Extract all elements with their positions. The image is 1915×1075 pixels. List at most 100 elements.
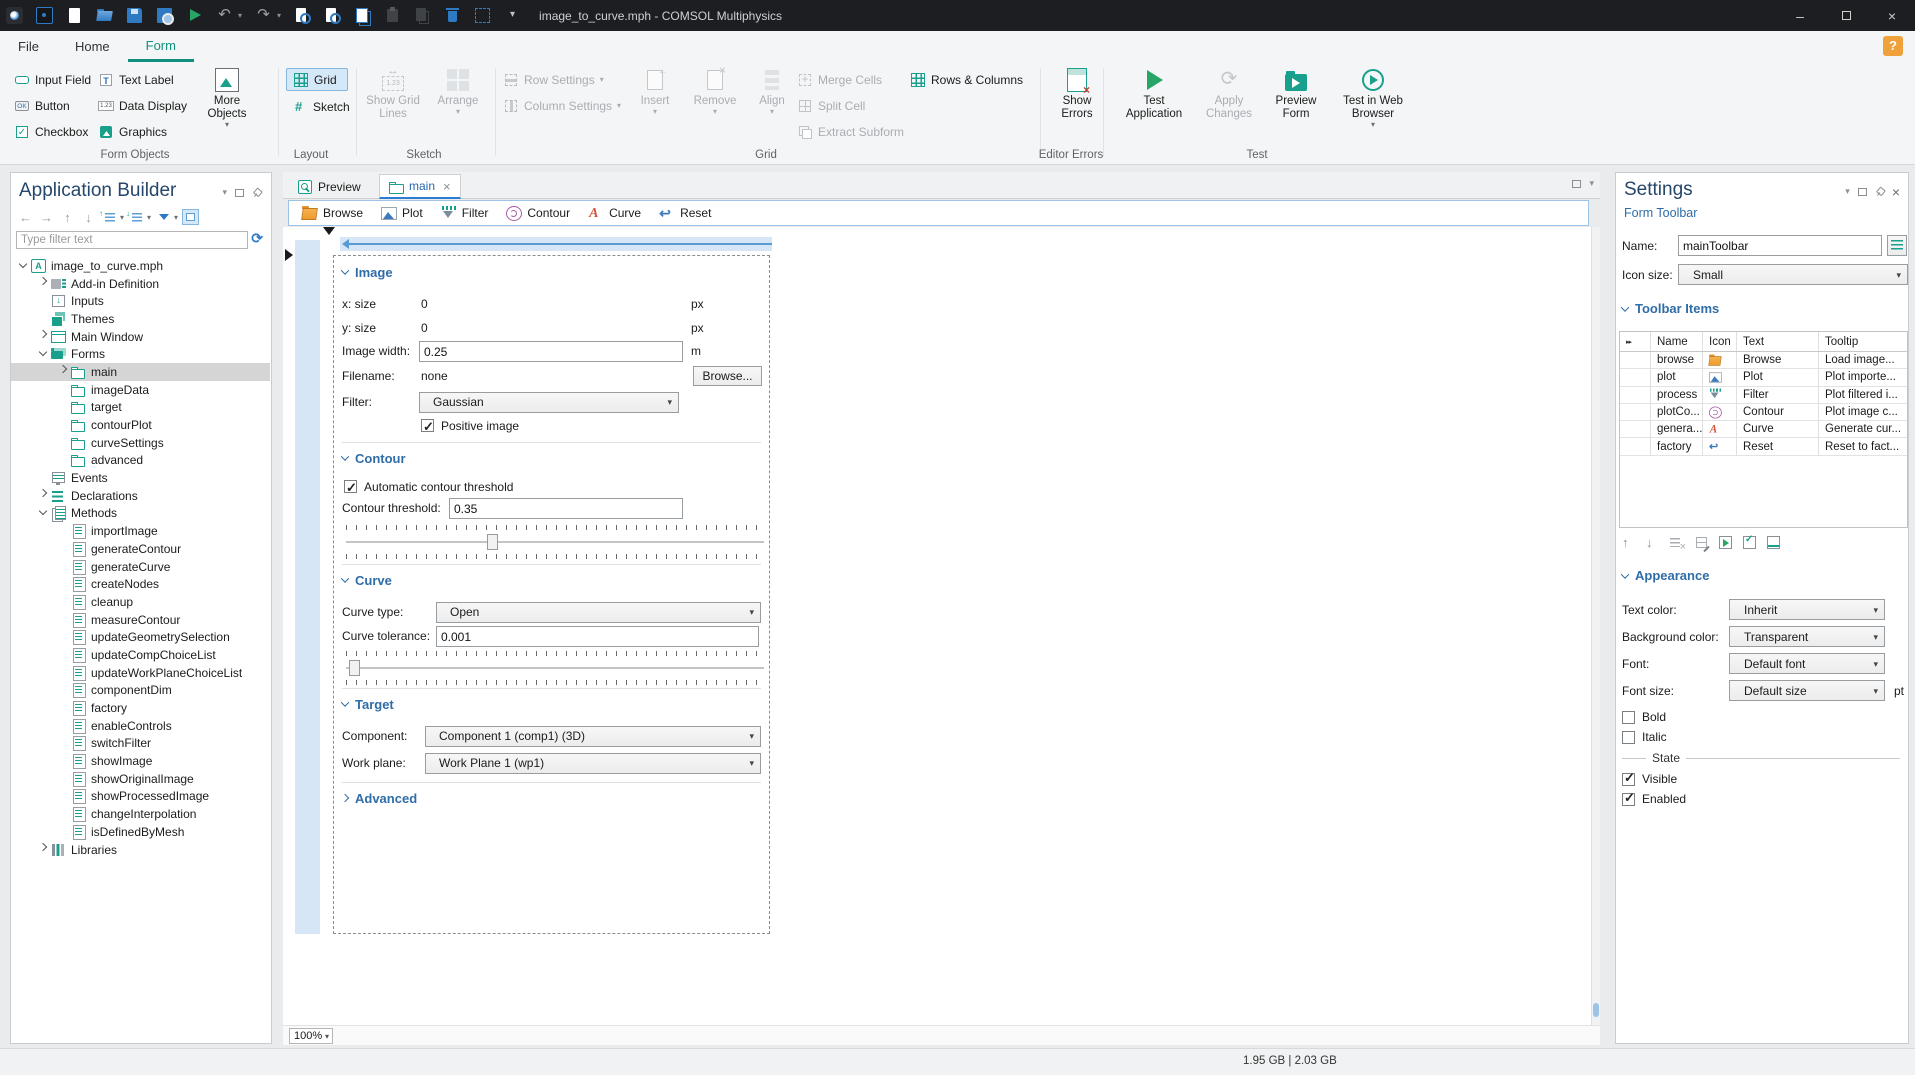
tree-item-Declarations[interactable]: Declarations [11, 487, 270, 505]
italic-checkbox[interactable] [1622, 730, 1635, 744]
dropdown-caret-icon[interactable]: ▾ [277, 11, 281, 20]
maximize-button[interactable] [1823, 0, 1869, 31]
delete-icon[interactable] [444, 7, 461, 24]
curve-type-combobox[interactable]: Open ▾ [436, 602, 761, 623]
tree-item-imageData[interactable]: imageData [11, 381, 270, 399]
edit-item-icon[interactable] [1694, 535, 1709, 550]
tree-item-main[interactable]: main [11, 363, 270, 381]
item-tooltip-cell[interactable]: Plot image c... [1819, 404, 1903, 420]
slider-track[interactable] [346, 659, 764, 677]
merge-cells-button[interactable]: Merge Cells [797, 69, 882, 91]
show-grid-lines-button[interactable]: Show Grid Lines [362, 64, 424, 121]
toolbar-button-plot[interactable]: Plot [374, 202, 430, 224]
app-logo-icon[interactable] [6, 7, 23, 24]
item-tooltip-cell[interactable]: Reset to fact... [1819, 438, 1903, 454]
tree-item-advanced[interactable]: advanced [11, 452, 270, 470]
column-header-icon[interactable]: Icon [1703, 332, 1737, 351]
component-combobox[interactable]: Component 1 (comp1) (3D) ▾ [425, 726, 761, 747]
item-name-cell[interactable]: factory [1651, 438, 1703, 455]
section-advanced[interactable]: Advanced [340, 790, 417, 806]
redo-icon[interactable]: ↷ [255, 7, 272, 24]
image-width-input[interactable] [419, 341, 683, 362]
tree-item-enableControls[interactable]: enableControls [11, 717, 270, 735]
filter-input[interactable] [16, 231, 248, 249]
refresh-icon[interactable]: ⟳ [251, 230, 263, 247]
column-marker-icon[interactable] [323, 227, 335, 235]
item-name-cell[interactable]: process [1651, 386, 1703, 403]
find-tree-icon[interactable] [324, 7, 342, 24]
contour-threshold-input[interactable] [449, 498, 683, 519]
tree-item-generateContour[interactable]: generateContour [11, 540, 270, 558]
tree-item-showProcessedImage[interactable]: showProcessedImage [11, 788, 270, 806]
column-header-name[interactable]: Name [1651, 332, 1703, 351]
extract-subform-button[interactable]: Extract Subform [797, 121, 904, 143]
toolbar-button-curve[interactable]: Curve [581, 202, 648, 224]
item-tooltip-cell[interactable]: Plot importe... [1819, 369, 1903, 385]
section-curve[interactable]: Curve [340, 572, 392, 588]
tree-item-cleanup[interactable]: cleanup [11, 593, 270, 611]
toolbar-item-row-reset[interactable]: factory ResetReset to fact... [1620, 438, 1907, 456]
select-region-icon[interactable] [474, 7, 491, 24]
add-toggle-icon[interactable] [1742, 534, 1757, 550]
graphics-button[interactable]: Graphics [98, 121, 167, 143]
new-file-icon[interactable] [66, 7, 83, 24]
delete-item-icon[interactable] [1670, 535, 1686, 553]
close-panel-icon[interactable]: × [1892, 185, 1900, 199]
tree-item-showOriginalImage[interactable]: showOriginalImage [11, 770, 270, 788]
tree-item-image_to_curve.mph[interactable]: image_to_curve.mph [11, 257, 270, 275]
item-text-cell[interactable]: Curve [1737, 421, 1819, 438]
float-panel-icon[interactable] [1857, 187, 1867, 196]
item-tooltip-cell[interactable]: Plot filtered i... [1819, 387, 1903, 403]
toolbar-button-browse[interactable]: Browse [295, 202, 370, 224]
section-toolbar-items[interactable]: Toolbar Items [1620, 301, 1719, 316]
tree-item-updateGeometrySelection[interactable]: updateGeometrySelection [11, 628, 270, 646]
toolbar-items-table[interactable]: ▸▸ Name Icon Text Tooltip browse Browse Lo… [1619, 331, 1908, 528]
tree-item-target[interactable]: target [11, 399, 270, 417]
section-contour[interactable]: Contour [340, 450, 406, 466]
tab-form[interactable]: Form [127, 31, 194, 62]
open-file-icon[interactable] [96, 7, 113, 24]
tree-item-Forms[interactable]: Forms [11, 345, 270, 363]
find-icon[interactable] [294, 7, 312, 24]
move-up-icon[interactable]: ↑ [59, 209, 76, 225]
checkbox-button[interactable]: Checkbox [14, 121, 88, 143]
positive-image-checkbox[interactable] [421, 416, 434, 437]
back-icon[interactable]: ← [17, 209, 34, 225]
tree-item-factory[interactable]: factory [11, 699, 270, 717]
dropdown-caret-icon[interactable]: ▾ [120, 213, 124, 222]
toolbar-button-contour[interactable]: Contour [499, 202, 577, 224]
more-objects-button[interactable]: More Objects ▾ [196, 64, 258, 129]
slider-thumb[interactable] [487, 534, 499, 550]
paste-icon[interactable] [384, 7, 401, 24]
item-tooltip-cell[interactable]: Load image... [1819, 352, 1903, 368]
grid-toggle-button[interactable]: Grid [286, 68, 348, 91]
item-name-cell[interactable]: plot [1651, 369, 1703, 386]
data-display-button[interactable]: Data Display [98, 95, 187, 117]
visible-checkbox[interactable] [1622, 770, 1635, 786]
test-web-browser-button[interactable]: Test in Web Browser ▾ [1332, 64, 1414, 129]
icon-size-combobox[interactable]: Small ▾ [1678, 264, 1908, 285]
close-tab-icon[interactable]: × [443, 179, 451, 194]
item-text-cell[interactable]: Plot [1737, 369, 1819, 386]
apply-changes-button[interactable]: Apply Changes [1196, 64, 1262, 121]
move-up-icon[interactable]: ↑ [1622, 535, 1637, 550]
toolbar-button-reset[interactable]: Reset [652, 202, 718, 224]
item-icon-cell[interactable] [1703, 369, 1737, 386]
preview-form-button[interactable]: Preview Form [1264, 64, 1328, 121]
save-find-icon[interactable] [156, 7, 174, 25]
save-icon[interactable] [126, 7, 143, 24]
section-target[interactable]: Target [340, 696, 394, 712]
tree-item-componentDim[interactable]: componentDim [11, 682, 270, 700]
tree-item-importImage[interactable]: importImage [11, 522, 270, 540]
expand-all-icon[interactable] [99, 209, 118, 225]
filter-combobox[interactable]: Gaussian ▾ [419, 392, 679, 413]
tree-item-generateCurve[interactable]: generateCurve [11, 558, 270, 576]
tree-item-Methods[interactable]: Methods [11, 505, 270, 523]
item-icon-cell[interactable] [1703, 438, 1737, 455]
float-panel-icon[interactable] [235, 188, 244, 197]
expand-columns-header[interactable]: ▸▸ [1620, 332, 1651, 351]
item-icon-cell[interactable] [1703, 403, 1737, 421]
section-appearance[interactable]: Appearance [1620, 568, 1709, 583]
tree-item-changeInterpolation[interactable]: changeInterpolation [11, 805, 270, 823]
grid-row-resize-bar[interactable] [340, 237, 772, 251]
